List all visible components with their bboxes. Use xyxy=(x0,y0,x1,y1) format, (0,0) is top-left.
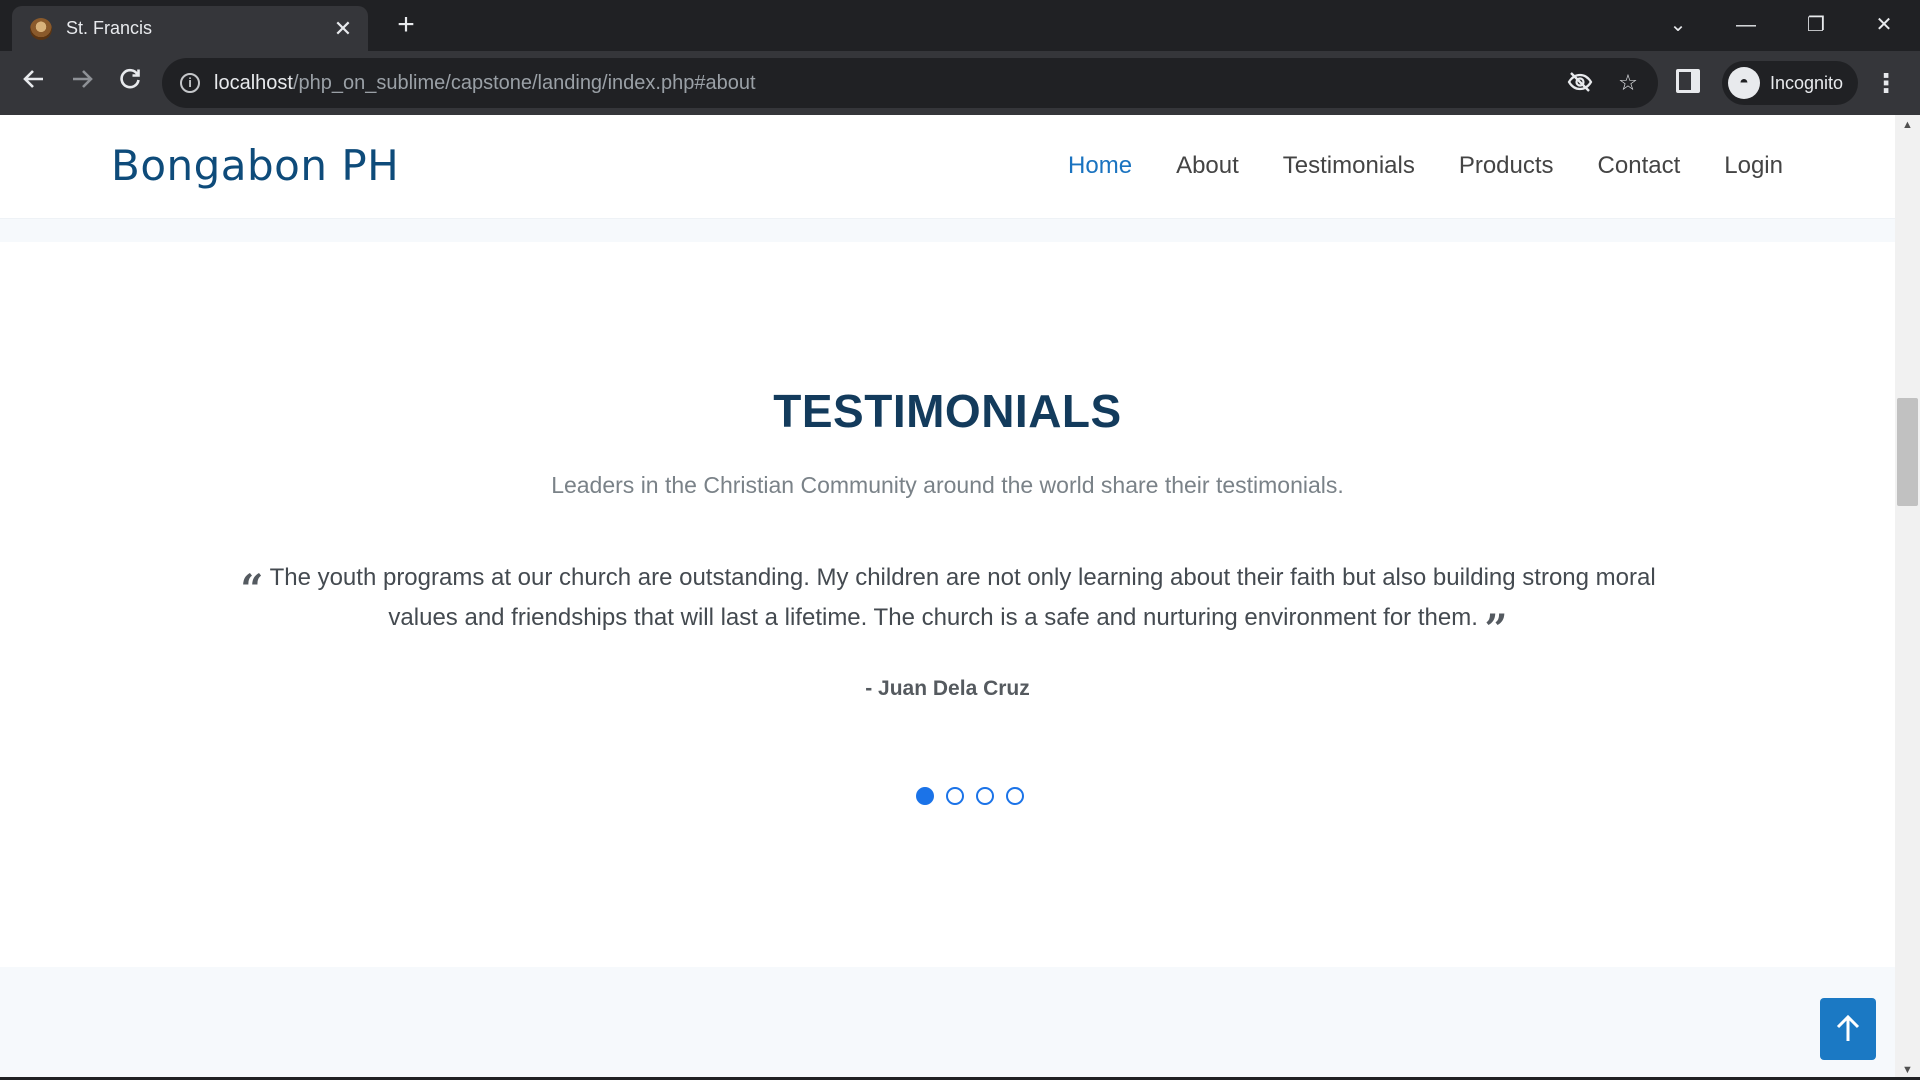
tab-search-chevron-icon[interactable]: ⌄ xyxy=(1656,8,1700,42)
nav-login[interactable]: Login xyxy=(1724,152,1783,180)
nav-testimonials[interactable]: Testimonials xyxy=(1283,152,1415,180)
arrow-right-icon xyxy=(73,70,93,88)
testimonials-section: TESTIMONIALS Leaders in the Christian Co… xyxy=(0,242,1895,1080)
address-bar[interactable]: i localhost/php_on_sublime/capstone/land… xyxy=(162,58,1658,108)
arrow-left-icon xyxy=(23,70,43,88)
carousel-dot-3[interactable] xyxy=(976,787,994,805)
carousel-dot-4[interactable] xyxy=(1006,787,1024,805)
back-to-top-button[interactable] xyxy=(1820,998,1876,1060)
testimonial-author: - Juan Dela Cruz xyxy=(865,677,1030,700)
site-logo[interactable]: Bongabon PH xyxy=(111,141,399,190)
tab-title: St. Francis xyxy=(66,18,153,38)
quote-left-icon: “ xyxy=(240,566,264,613)
star-icon[interactable]: ☆ xyxy=(1614,69,1642,97)
site-favicon-icon xyxy=(30,17,52,40)
side-panel-icon[interactable] xyxy=(1676,69,1700,93)
carousel-pagination xyxy=(916,787,1024,805)
browser-tab[interactable]: St. Francis ✕ xyxy=(12,6,368,51)
close-window-button[interactable]: ✕ xyxy=(1862,8,1906,42)
forward-button[interactable] xyxy=(64,65,100,101)
arrow-up-icon xyxy=(1836,1014,1860,1041)
page-scrollbar[interactable]: ▲ ▼ xyxy=(1895,115,1920,1080)
site-header: Bongabon PH Home About Testimonials Prod… xyxy=(0,115,1895,219)
nav-products[interactable]: Products xyxy=(1459,152,1554,180)
nav-home[interactable]: Home xyxy=(1068,152,1132,180)
info-icon[interactable]: i xyxy=(180,73,200,93)
section-title: TESTIMONIALS xyxy=(773,385,1122,437)
quote-right-icon: ” xyxy=(1484,606,1508,653)
page-viewport: Bongabon PH Home About Testimonials Prod… xyxy=(0,115,1895,1080)
minimize-button[interactable]: — xyxy=(1724,8,1768,42)
nav-about[interactable]: About xyxy=(1176,152,1239,180)
incognito-icon: ◓ xyxy=(1728,67,1760,99)
incognito-profile-button[interactable]: ◓ Incognito xyxy=(1722,61,1858,105)
reload-icon xyxy=(120,68,140,89)
eye-off-icon[interactable] xyxy=(1566,69,1594,97)
scrollbar-thumb[interactable] xyxy=(1897,398,1918,506)
incognito-label: Incognito xyxy=(1770,72,1844,93)
kebab-menu-icon[interactable]: ⋮ xyxy=(1870,65,1902,101)
url-text[interactable]: localhost/php_on_sublime/capstone/landin… xyxy=(214,72,756,95)
scroll-up-arrow-icon[interactable]: ▲ xyxy=(1895,115,1920,135)
browser-toolbar: i localhost/php_on_sublime/capstone/land… xyxy=(0,51,1920,115)
nav-contact[interactable]: Contact xyxy=(1598,152,1681,180)
next-section-edge xyxy=(0,967,1895,1080)
close-tab-icon[interactable]: ✕ xyxy=(328,17,358,40)
back-button[interactable] xyxy=(16,65,52,101)
section-subtitle: Leaders in the Christian Community aroun… xyxy=(551,472,1344,498)
reload-button[interactable] xyxy=(112,65,148,101)
main-nav: Home About Testimonials Products Contact… xyxy=(1068,152,1783,180)
restore-button[interactable]: ❐ xyxy=(1794,8,1838,42)
quote-text: The youth programs at our church are out… xyxy=(269,564,1656,631)
browser-tabstrip: St. Francis ✕ + ⌄ — ❐ ✕ xyxy=(0,0,1920,51)
carousel-dot-1[interactable] xyxy=(916,787,934,805)
new-tab-button[interactable]: + xyxy=(390,10,422,42)
previous-section-edge xyxy=(0,219,1895,242)
testimonial-quote: “ The youth programs at our church are o… xyxy=(222,560,1674,653)
carousel-dot-2[interactable] xyxy=(946,787,964,805)
